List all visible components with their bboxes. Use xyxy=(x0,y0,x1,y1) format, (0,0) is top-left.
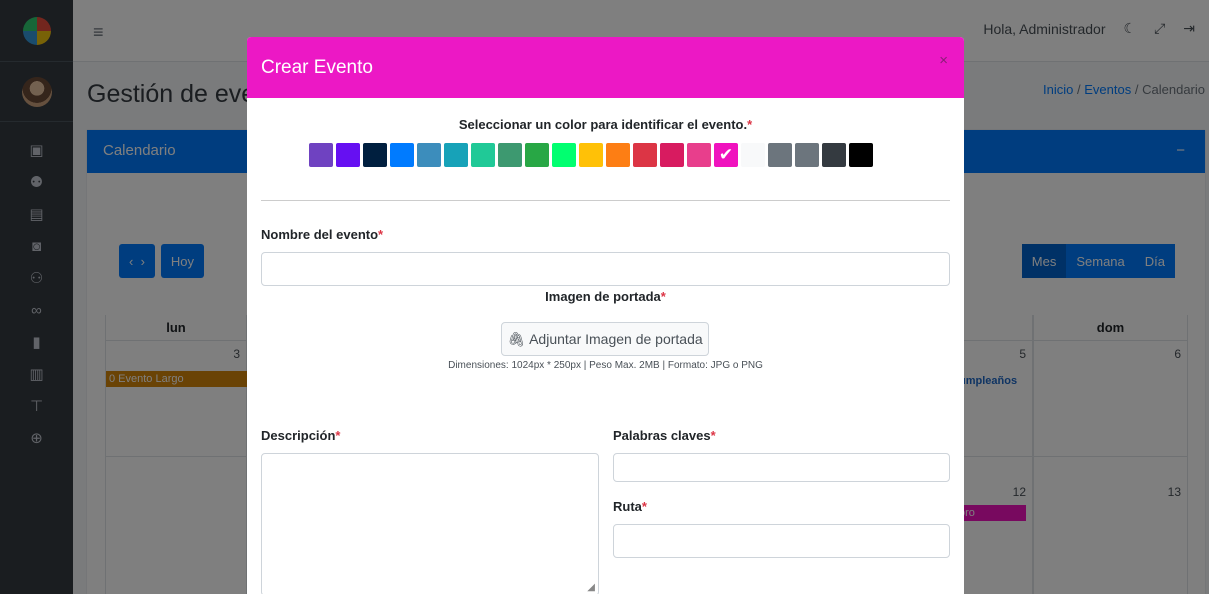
color-swatch[interactable] xyxy=(795,143,819,167)
keywords-label: Palabras claves* xyxy=(613,428,716,443)
check-icon: ✔ xyxy=(718,145,734,164)
close-icon[interactable]: × xyxy=(939,52,948,69)
color-swatch[interactable] xyxy=(633,143,657,167)
color-swatch[interactable] xyxy=(363,143,387,167)
resize-grip-icon[interactable]: ◢ xyxy=(587,582,595,593)
color-swatch[interactable] xyxy=(849,143,873,167)
color-swatch[interactable] xyxy=(606,143,630,167)
color-swatch[interactable]: ✔ xyxy=(714,143,738,167)
color-swatch[interactable] xyxy=(768,143,792,167)
cover-image-hint: Dimensiones: 1024px * 250px | Peso Max. … xyxy=(448,360,763,371)
color-swatch[interactable] xyxy=(687,143,711,167)
event-name-label: Nombre del evento* xyxy=(261,227,384,242)
paperclip-icon: 🖇 xyxy=(507,330,526,347)
keywords-input[interactable] xyxy=(613,453,950,482)
color-swatch[interactable] xyxy=(822,143,846,167)
color-swatch[interactable] xyxy=(417,143,441,167)
route-input[interactable] xyxy=(613,524,950,558)
color-swatch[interactable] xyxy=(444,143,468,167)
color-swatch[interactable] xyxy=(552,143,576,167)
color-swatch[interactable] xyxy=(660,143,684,167)
cover-image-label: Imagen de portada* xyxy=(545,289,666,304)
color-swatch[interactable] xyxy=(741,143,765,167)
color-swatch[interactable] xyxy=(390,143,414,167)
color-swatch[interactable] xyxy=(336,143,360,167)
modal-header: Crear Evento × xyxy=(247,37,964,98)
create-event-modal: Crear Evento × Seleccionar un color para… xyxy=(247,37,964,594)
attach-cover-button[interactable]: 🖇 Adjuntar Imagen de portada xyxy=(501,322,709,356)
modal-title: Crear Evento xyxy=(261,56,373,78)
description-label: Descripción* xyxy=(261,428,341,443)
color-swatch[interactable] xyxy=(525,143,549,167)
event-name-input[interactable] xyxy=(261,252,950,286)
description-textarea[interactable]: ◢ xyxy=(261,453,599,594)
color-swatch[interactable] xyxy=(579,143,603,167)
color-swatch[interactable] xyxy=(498,143,522,167)
divider xyxy=(261,200,950,201)
color-swatch[interactable] xyxy=(471,143,495,167)
color-swatch[interactable] xyxy=(309,143,333,167)
color-picker-label: Seleccionar un color para identificar el… xyxy=(458,117,753,132)
route-label: Ruta* xyxy=(613,499,647,514)
color-swatches: ✔ xyxy=(309,143,873,167)
